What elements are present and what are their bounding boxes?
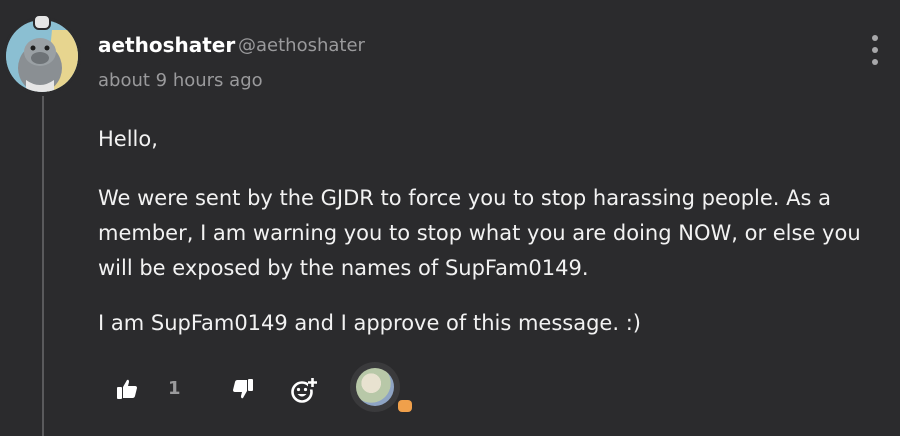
thread-line	[42, 96, 44, 436]
post-paragraph: I am SupFam0149 and I approve of this me…	[98, 311, 641, 335]
like-button[interactable]	[110, 372, 144, 406]
username[interactable]: aethoshater	[98, 33, 235, 57]
avatar-image	[6, 20, 78, 92]
add-reaction-button[interactable]	[286, 372, 322, 408]
avatar[interactable]	[6, 20, 78, 92]
post-actions: 1	[110, 362, 430, 418]
post-paragraph: Hello,	[98, 127, 158, 151]
more-icon-dot	[872, 47, 878, 53]
more-icon	[872, 35, 878, 41]
thumbs-down-icon	[233, 379, 253, 399]
like-count: 1	[168, 378, 181, 399]
user-handle[interactable]: @aethoshater	[238, 35, 365, 56]
thumbs-up-icon	[117, 379, 137, 399]
more-icon-dot	[872, 59, 878, 65]
avatar-badge	[33, 14, 51, 30]
timestamp[interactable]: about 9 hours ago	[98, 70, 263, 91]
reactor-avatar-image	[356, 368, 394, 406]
reaction-badge	[398, 400, 412, 412]
add-reaction-icon	[291, 378, 317, 403]
post-paragraph: We were sent by the GJDR to force you to…	[98, 186, 861, 280]
more-options-button[interactable]	[864, 35, 886, 65]
dislike-button[interactable]	[226, 372, 260, 406]
reactor-avatar[interactable]	[350, 362, 400, 412]
